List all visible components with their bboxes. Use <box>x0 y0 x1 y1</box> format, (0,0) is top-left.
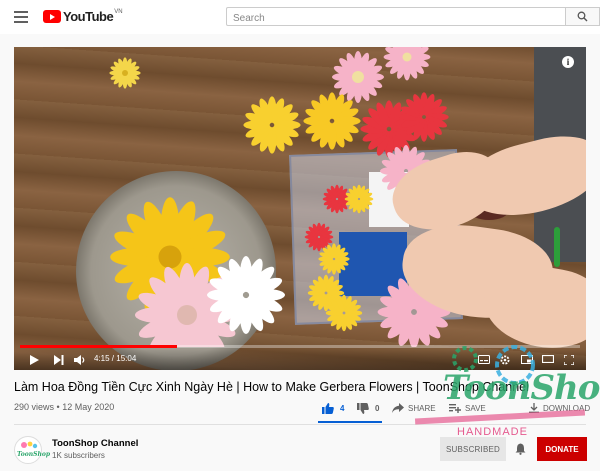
progress-fill <box>20 345 177 348</box>
channel-avatar[interactable]: ToonShop <box>14 436 50 464</box>
search-input[interactable] <box>227 10 565 27</box>
share-icon <box>392 403 404 413</box>
share-button[interactable]: SHARE <box>392 403 436 413</box>
save-label: SAVE <box>465 403 486 413</box>
section-divider <box>14 424 586 425</box>
channel-avatar-text: ToonShop <box>17 451 51 458</box>
upload-date: 12 May 2020 <box>62 402 115 412</box>
play-icon[interactable] <box>30 355 39 365</box>
dislike-count: 0 <box>375 404 380 413</box>
time-display: 4:15 / 15:04 <box>94 354 136 363</box>
share-label: SHARE <box>408 403 436 413</box>
save-button[interactable]: SAVE <box>449 403 486 413</box>
menu-icon[interactable] <box>14 11 28 23</box>
video-player[interactable]: i 4:15 / 15:04 <box>14 47 586 370</box>
dislike-button[interactable]: 0 <box>357 403 379 414</box>
download-icon <box>529 403 539 413</box>
save-playlist-icon <box>449 404 461 413</box>
youtube-logo[interactable]: YouTube VN <box>43 9 123 24</box>
theater-mode-icon[interactable] <box>542 355 554 363</box>
notification-bell-icon[interactable] <box>515 443 526 455</box>
info-icon[interactable]: i <box>562 56 574 68</box>
thumbs-up-icon <box>322 403 334 414</box>
search-icon <box>577 11 588 22</box>
subscribed-button[interactable]: SUBSCRIBED <box>440 437 506 461</box>
like-count: 4 <box>340 404 345 413</box>
meta-separator: • <box>54 402 63 412</box>
miniplayer-icon[interactable] <box>521 355 533 364</box>
video-meta: 290 views • 12 May 2020 <box>14 402 114 412</box>
video-title: Làm Hoa Đồng Tiền Cực Xinh Ngày Hè | How… <box>14 380 529 394</box>
top-bar: YouTube VN <box>0 0 600 34</box>
view-count: 290 views <box>14 402 55 412</box>
channel-name[interactable]: ToonShop Channel <box>52 438 138 449</box>
country-code: VN <box>114 8 123 15</box>
search-box[interactable] <box>226 7 566 27</box>
progress-bar[interactable] <box>20 345 580 348</box>
like-button[interactable]: 4 <box>322 403 344 414</box>
settings-icon[interactable] <box>500 355 510 365</box>
like-ratio-bar <box>318 421 382 423</box>
thumbs-down-icon <box>357 403 369 414</box>
player-controls: 4:15 / 15:04 <box>14 349 586 370</box>
next-icon[interactable] <box>54 355 64 365</box>
volume-icon[interactable] <box>74 355 86 365</box>
donate-button[interactable]: DONATE <box>537 437 587 461</box>
time-current: 4:15 <box>94 354 110 363</box>
time-total: 15:04 <box>116 354 137 363</box>
download-label: DOWNLOAD <box>543 403 591 413</box>
subscriber-count: 1K subscribers <box>52 451 105 460</box>
search-button[interactable] <box>566 7 600 26</box>
download-button[interactable]: DOWNLOAD <box>529 403 590 413</box>
fullscreen-icon[interactable] <box>564 355 574 365</box>
logo-text: YouTube <box>63 9 114 24</box>
subtitles-icon[interactable] <box>478 355 490 364</box>
play-logo-icon <box>43 10 61 23</box>
